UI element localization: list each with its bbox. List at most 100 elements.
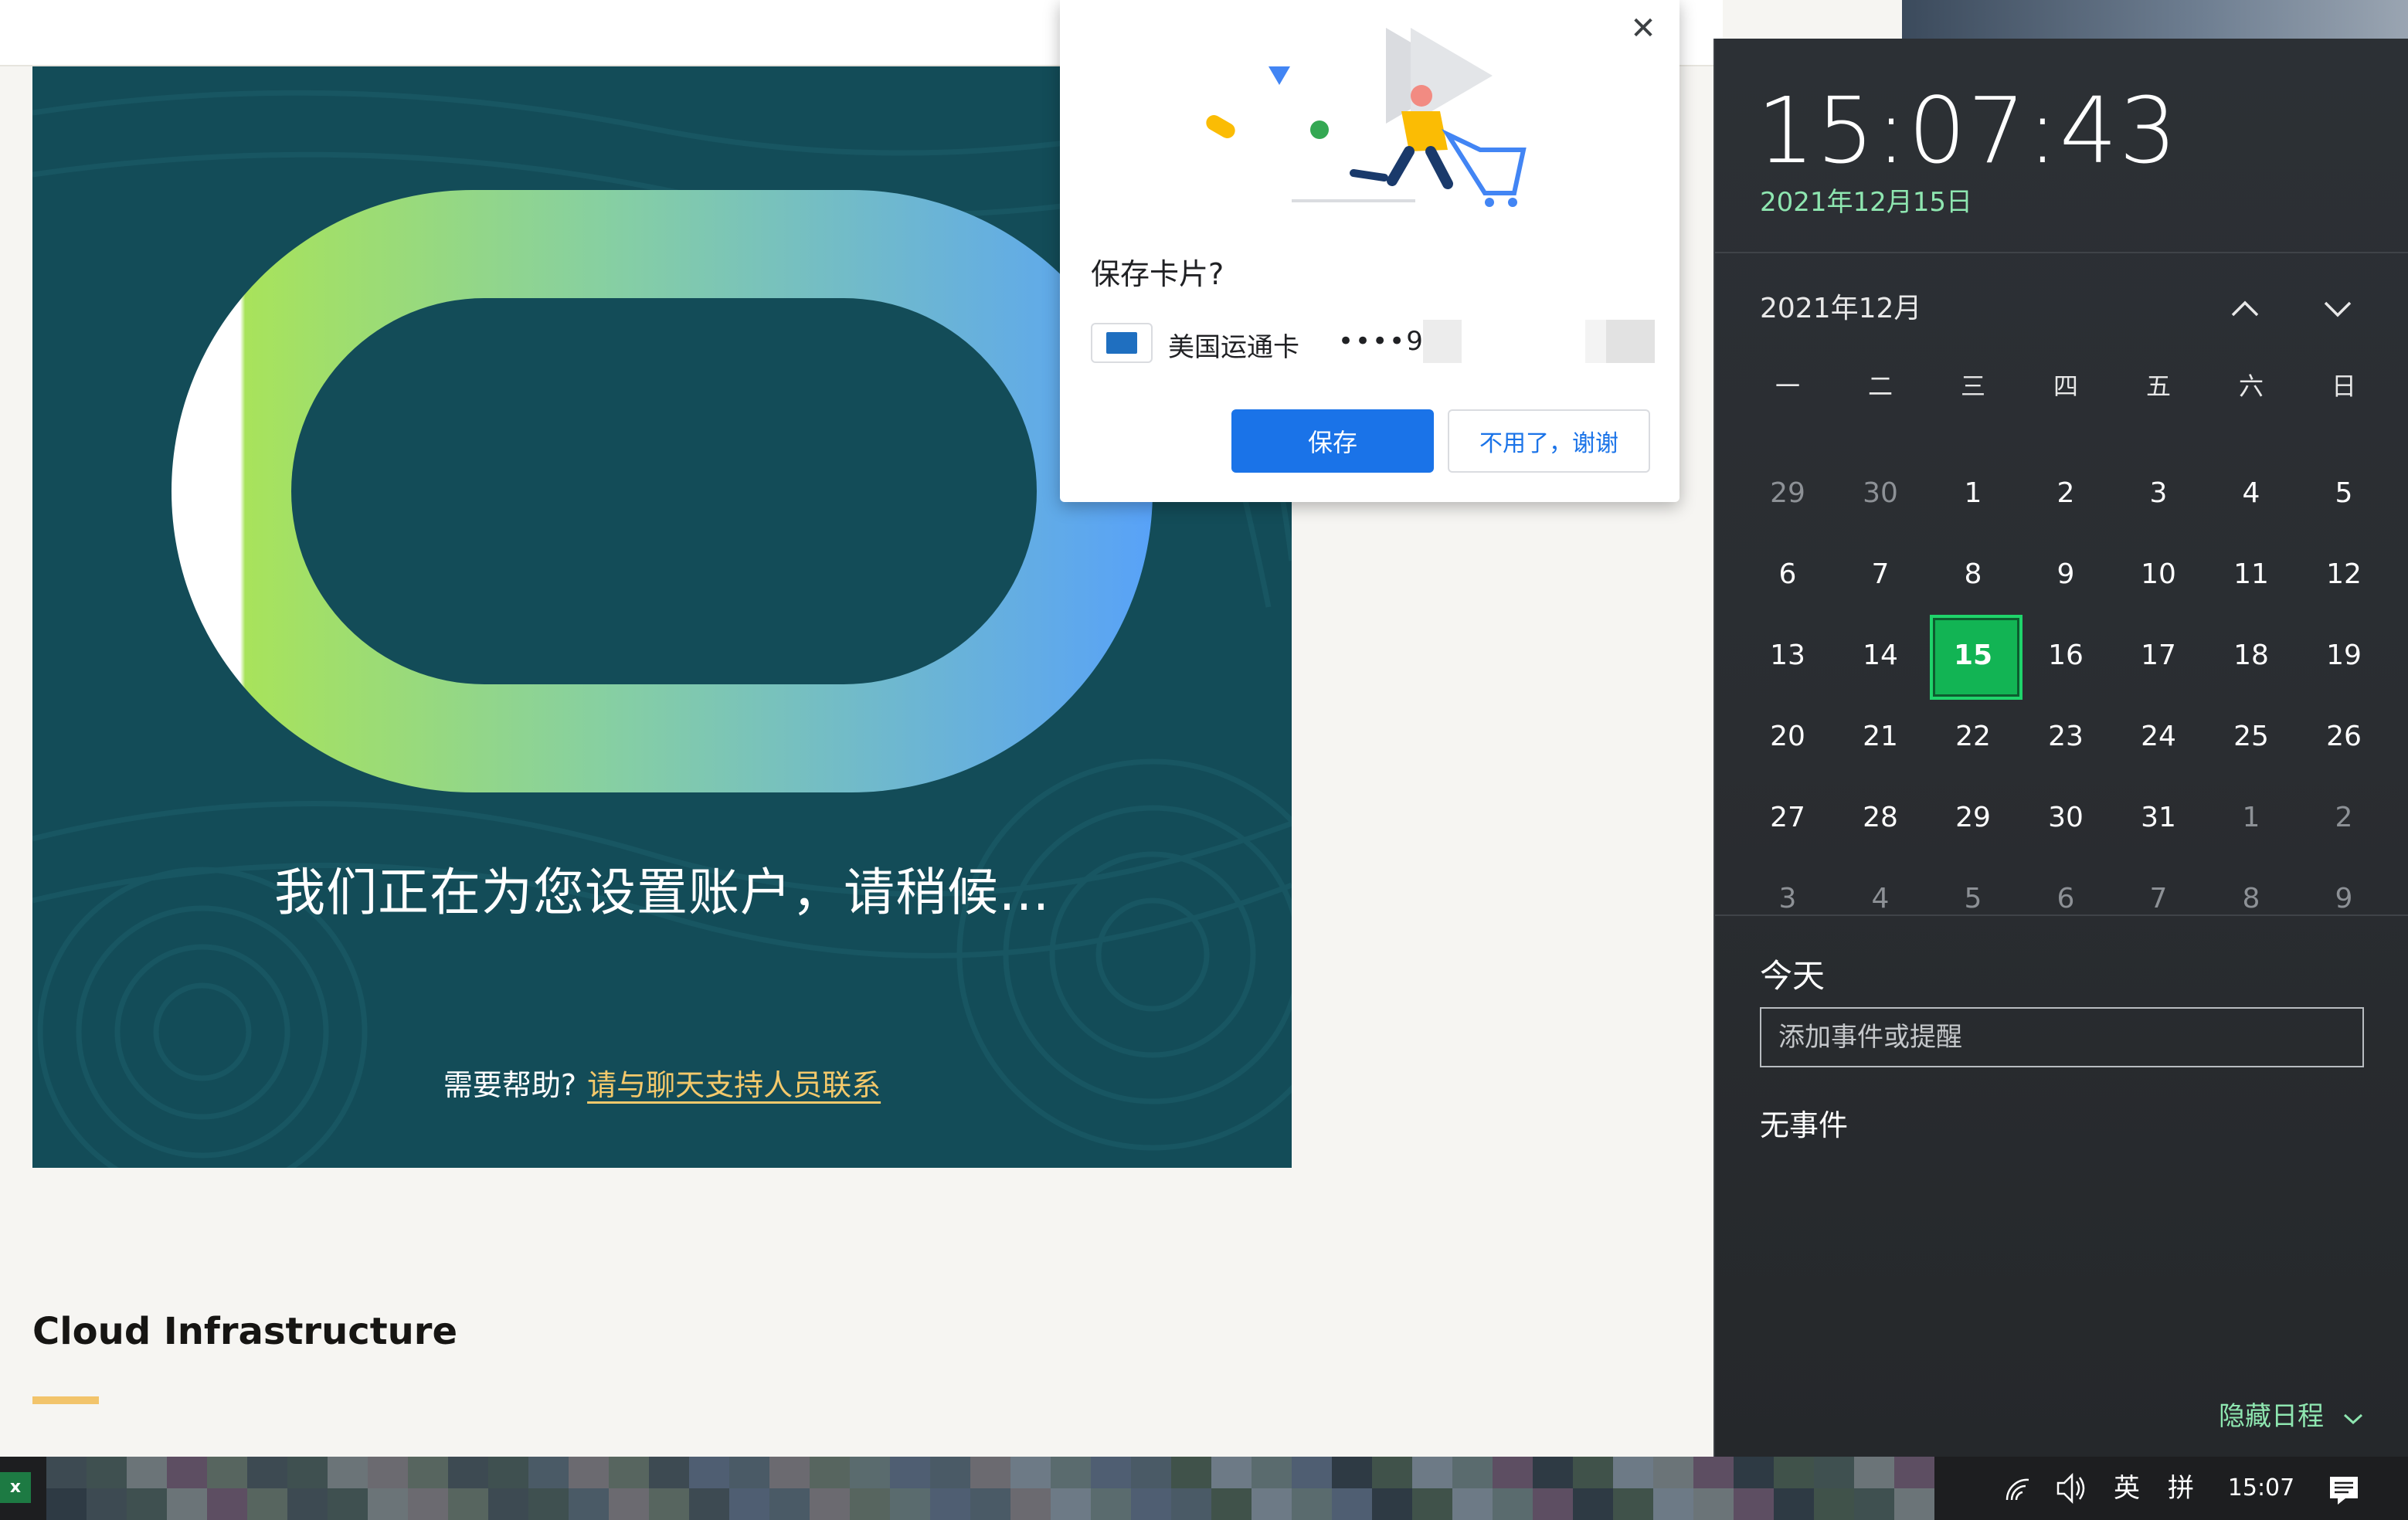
calendar-day[interactable]: 26 <box>2298 696 2390 777</box>
calendar-day[interactable]: 23 <box>2019 696 2112 777</box>
calendar-day[interactable]: 29 <box>1741 453 1834 534</box>
chat-support-link[interactable]: 请与聊天支持人员联系 <box>587 1068 881 1102</box>
calendar-day[interactable]: 29 <box>1927 777 2019 858</box>
calendar-day[interactable]: 10 <box>2112 534 2205 615</box>
calendar-day[interactable]: 21 <box>1834 696 1927 777</box>
calendar-day[interactable]: 4 <box>2205 453 2298 534</box>
calendar-day-number: 19 <box>2326 640 2362 671</box>
calendar-day[interactable]: 30 <box>1834 453 1927 534</box>
save-button[interactable]: 保存 <box>1231 409 1434 473</box>
ime-mode[interactable]: 拼 <box>2163 1457 2199 1520</box>
calendar-day[interactable]: 3 <box>1741 858 1834 939</box>
calendar-day[interactable]: 31 <box>2112 777 2205 858</box>
calendar-day[interactable]: 6 <box>1741 534 1834 615</box>
save-card-dialog: ✕ 保存卡片? 美国运通卡 ••••98 保存 不用了，谢谢 <box>1060 0 1679 502</box>
calendar-day-number: 4 <box>1871 883 1890 914</box>
calendar-day[interactable]: 1 <box>2205 777 2298 858</box>
weekday-label: 六 <box>2238 372 2264 401</box>
card-row: 美国运通卡 ••••98 <box>1091 320 1655 363</box>
card-name: 美国运通卡 <box>1168 332 1299 363</box>
calendar-day-number: 6 <box>2056 883 2075 914</box>
calendar-day[interactable]: 25 <box>2205 696 2298 777</box>
calendar-day-number: 29 <box>1770 477 1805 509</box>
hide-agenda-button[interactable]: 隐藏日程 <box>2219 1395 2366 1433</box>
calendar-day[interactable]: 4 <box>1834 858 1927 939</box>
calendar-day[interactable]: 16 <box>2019 615 2112 696</box>
calendar-day-number: 31 <box>2141 802 2176 833</box>
clock-time: 15:07:43 <box>1757 77 2179 184</box>
calendar-day-number: 13 <box>1770 640 1805 671</box>
calendar-day[interactable]: 17 <box>2112 615 2205 696</box>
hide-agenda-label: 隐藏日程 <box>2219 1401 2324 1432</box>
weekday-label: 二 <box>1867 372 1893 401</box>
amex-card-icon <box>1091 323 1153 363</box>
calendar-day[interactable]: 9 <box>2298 858 2390 939</box>
section-accent-bar <box>32 1396 99 1404</box>
network-icon[interactable] <box>2002 1457 2033 1520</box>
calendar-day-number: 6 <box>1778 558 1797 590</box>
ime-language[interactable]: 英 <box>2109 1457 2145 1520</box>
calendar-day[interactable]: 3 <box>2112 453 2205 534</box>
calendar-day-number: 2 <box>2335 802 2353 833</box>
setup-message: 我们正在为您设置账户，请稍候... <box>274 863 1050 922</box>
pixelated-taskbar-apps <box>46 1457 1947 1520</box>
month-label[interactable]: 2021年12月 <box>1760 286 1921 326</box>
decline-button[interactable]: 不用了，谢谢 <box>1448 409 1650 473</box>
weekday-label: 三 <box>1960 372 1985 401</box>
calendar-day[interactable]: 28 <box>1834 777 1927 858</box>
weekday-header: 一二三四五六日 <box>1741 363 2390 409</box>
excel-icon[interactable]: x <box>0 1472 31 1503</box>
chevron-up-icon[interactable] <box>2222 286 2268 332</box>
calendar-day-number: 16 <box>2048 640 2084 671</box>
calendar-day[interactable]: 13 <box>1741 615 1834 696</box>
calendar-day[interactable]: 20 <box>1741 696 1834 777</box>
calendar-day-number: 17 <box>2141 640 2176 671</box>
calendar-day-number: 20 <box>1770 721 1805 752</box>
calendar-day-number: 15 <box>1953 640 1993 671</box>
calendar-day[interactable]: 18 <box>2205 615 2298 696</box>
calendar-day[interactable]: 30 <box>2019 777 2112 858</box>
help-row: 需要帮助? 请与聊天支持人员联系 <box>32 1061 1292 1104</box>
taskbar-clock[interactable]: 15:07 <box>2219 1457 2304 1520</box>
calendar-day-number: 10 <box>2141 558 2176 590</box>
calendar-day-number: 2 <box>2056 477 2075 509</box>
calendar-day[interactable]: 2 <box>2298 777 2390 858</box>
calendar-day[interactable]: 6 <box>2019 858 2112 939</box>
clock-date-link[interactable]: 2021年12月15日 <box>1760 181 1972 219</box>
calendar-day[interactable]: 9 <box>2019 534 2112 615</box>
calendar-day[interactable]: 19 <box>2298 615 2390 696</box>
calendar-day[interactable]: 1 <box>1927 453 2019 534</box>
clock-calendar-flyout: 15:07:43 2021年12月15日 2021年12月 一二三四五六日 29… <box>1713 39 2408 1457</box>
calendar-day-number: 1 <box>1964 477 1982 509</box>
calendar-day[interactable]: 7 <box>2112 858 2205 939</box>
calendar-day[interactable]: 5 <box>1927 858 2019 939</box>
help-prefix: 需要帮助? <box>443 1068 577 1102</box>
add-event-input[interactable] <box>1760 1007 2364 1067</box>
calendar-day[interactable]: 8 <box>2205 858 2298 939</box>
calendar-day-today[interactable]: 15 <box>1927 615 2023 700</box>
calendar-day[interactable]: 5 <box>2298 453 2390 534</box>
calendar-day[interactable]: 14 <box>1834 615 1927 696</box>
shopping-illustration <box>1206 28 1527 207</box>
calendar-day-number: 29 <box>1955 802 1991 833</box>
chevron-down-icon[interactable] <box>2315 286 2361 332</box>
calendar-day[interactable]: 27 <box>1741 777 1834 858</box>
weekday-label: 日 <box>2331 372 2356 401</box>
calendar-day[interactable]: 22 <box>1927 696 2019 777</box>
weekday-label: 四 <box>2053 372 2078 401</box>
notification-icon[interactable] <box>2327 1457 2361 1520</box>
divider <box>1715 914 2408 916</box>
close-icon[interactable]: ✕ <box>1622 8 1664 49</box>
calendar-day[interactable]: 7 <box>1834 534 1927 615</box>
calendar-day[interactable]: 24 <box>2112 696 2205 777</box>
calendar-day[interactable]: 2 <box>2019 453 2112 534</box>
calendar-day[interactable]: 12 <box>2298 534 2390 615</box>
calendar-day[interactable]: 11 <box>2205 534 2298 615</box>
volume-icon[interactable] <box>2053 1457 2089 1520</box>
calendar-day[interactable]: 8 <box>1927 534 2019 615</box>
weekday-label: 五 <box>2145 372 2171 401</box>
calendar-day-number: 8 <box>2242 883 2260 914</box>
no-events-text: 无事件 <box>1760 1108 1849 1142</box>
calendar-day-number: 27 <box>1770 802 1805 833</box>
oracle-logo-ring <box>172 190 1153 792</box>
